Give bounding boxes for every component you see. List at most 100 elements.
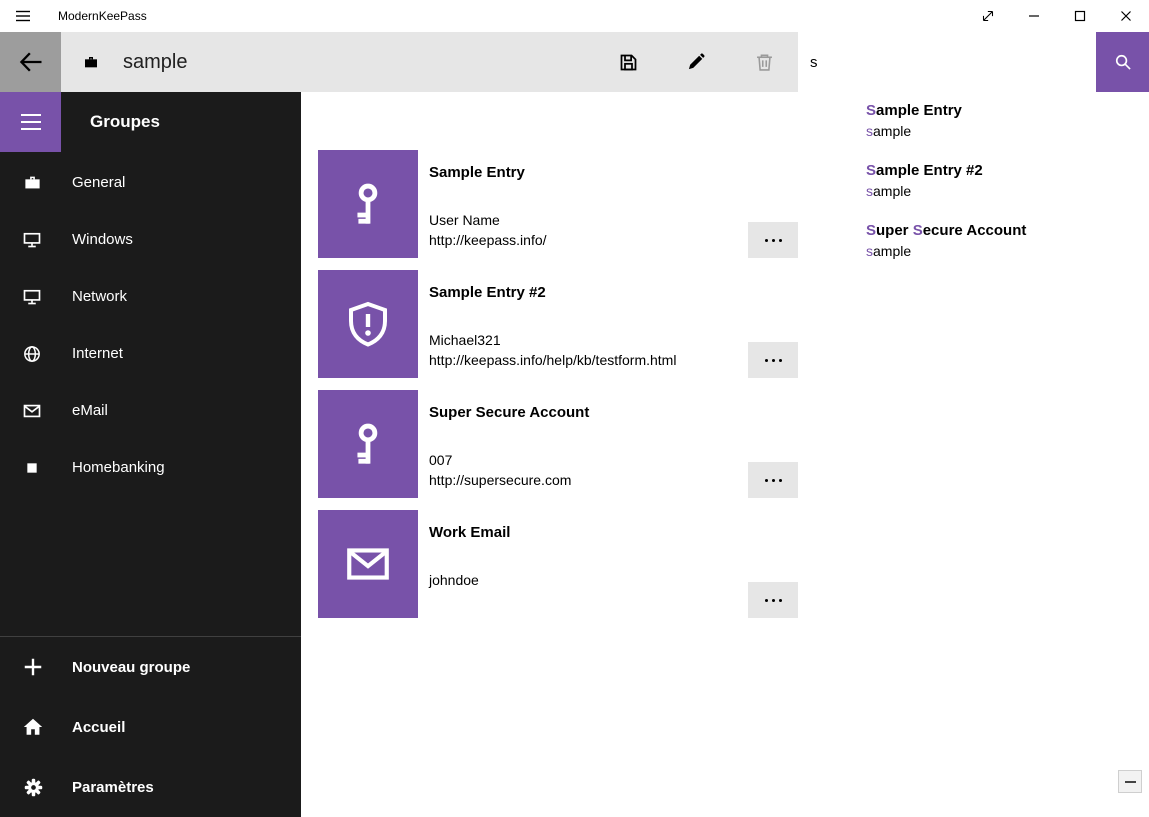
fullscreen-button[interactable]: [965, 0, 1011, 32]
sidebar-item-windows[interactable]: Windows: [0, 211, 301, 268]
search-input[interactable]: [798, 32, 1096, 92]
suggestion-title-text: ecure Account: [923, 222, 1027, 239]
minimize-icon: [1028, 10, 1040, 22]
entry-row[interactable]: Work Email johndoe: [318, 510, 798, 618]
monitor-icon: [22, 230, 42, 250]
back-button[interactable]: [0, 32, 61, 92]
app-title: ModernKeePass: [58, 9, 965, 23]
more-icon: [765, 359, 768, 362]
entry-row[interactable]: Sample Entry User Name http://keepass.in…: [318, 150, 798, 258]
edit-button[interactable]: [662, 32, 730, 92]
save-button[interactable]: [594, 32, 662, 92]
entry-url: http://keepass.info/help/kb/testform.htm…: [429, 350, 676, 370]
alert-shield-icon: [318, 270, 418, 378]
maximize-icon: [1074, 10, 1086, 22]
titlebar-hamburger-icon: [0, 0, 46, 32]
app-window: ModernKeePass: [0, 0, 1149, 817]
suggestion-title: Sample Entry: [866, 101, 1086, 121]
entry-title: Sample Entry: [429, 163, 547, 183]
more-button[interactable]: [748, 222, 798, 258]
suggestion-subtitle-text: ample: [873, 183, 911, 199]
back-arrow-icon: [17, 48, 45, 76]
suggestion-title: Super Secure Account: [866, 221, 1086, 241]
more-button[interactable]: [748, 462, 798, 498]
delete-button[interactable]: [730, 32, 798, 92]
entry-title: Super Secure Account: [429, 403, 589, 423]
command-actions: [594, 32, 798, 92]
maximize-button[interactable]: [1057, 0, 1103, 32]
close-button[interactable]: [1103, 0, 1149, 32]
suggestion-item[interactable]: Sample Entry #2 sample: [798, 152, 1096, 212]
titlebar: ModernKeePass: [0, 0, 1149, 32]
suggestion-subtitle-highlight: s: [866, 123, 873, 139]
entry-text: Sample Entry #2 Michael321 http://keepas…: [429, 270, 676, 378]
sidebar-item-internet[interactable]: Internet: [0, 325, 301, 382]
delete-icon: [754, 52, 775, 73]
group-list: General Windows Network Internet: [0, 154, 301, 496]
entry-list: Sample Entry User Name http://keepass.in…: [301, 92, 798, 618]
sidebar-item-homebanking[interactable]: Homebanking: [0, 439, 301, 496]
entry-username: johndoe: [429, 570, 510, 590]
window-controls: [965, 0, 1149, 32]
search-box: [798, 32, 1149, 92]
plus-icon: [22, 656, 44, 678]
sidebar-item-email[interactable]: eMail: [0, 382, 301, 439]
search-icon: [1113, 52, 1133, 72]
entry-username: 007: [429, 450, 589, 470]
suggestion-item[interactable]: Sample Entry sample: [798, 92, 1096, 152]
entry-text: Super Secure Account 007 http://supersec…: [429, 390, 589, 498]
suggestion-title-highlight: S: [913, 222, 923, 239]
sidebar: Groupes General Windows Network: [0, 92, 301, 817]
suggestion-title-text: ample Entry: [876, 102, 962, 119]
suggestion-subtitle-text: ample: [873, 243, 911, 259]
minimize-button[interactable]: [1011, 0, 1057, 32]
groups-heading: Groupes: [90, 112, 160, 132]
commandbar-collapse-button[interactable]: [1118, 770, 1142, 793]
sidebar-item-label: General: [72, 174, 125, 191]
sidebar-item-home[interactable]: Accueil: [0, 697, 301, 757]
close-icon: [1120, 10, 1132, 22]
sidebar-item-label: eMail: [72, 402, 108, 419]
sidebar-item-label: Network: [72, 288, 127, 305]
sidebar-item-label: Internet: [72, 345, 123, 362]
fullscreen-icon: [979, 7, 997, 25]
sidebar-item-general[interactable]: General: [0, 154, 301, 211]
sidebar-item-network[interactable]: Network: [0, 268, 301, 325]
sidebar-spacer: [0, 496, 301, 636]
entry-title: Work Email: [429, 523, 510, 543]
suggestion-title: Sample Entry #2: [866, 161, 1086, 181]
more-icon: [765, 479, 768, 482]
sidebar-item-new-group[interactable]: Nouveau groupe: [0, 637, 301, 697]
sidebar-footer: Nouveau groupe Accueil Paramètres: [0, 637, 301, 817]
gear-icon: [22, 776, 44, 798]
entry-username: Michael321: [429, 330, 676, 350]
sidebar-item-settings[interactable]: Paramètres: [0, 757, 301, 817]
search-suggestions: Sample Entry sample Sample Entry #2 samp…: [798, 92, 1096, 272]
entry-text: Sample Entry User Name http://keepass.in…: [429, 150, 547, 258]
sidebar-item-label: Windows: [72, 231, 133, 248]
save-icon: [618, 52, 639, 73]
suggestion-title-highlight: S: [866, 102, 876, 119]
search-button[interactable]: [1096, 32, 1149, 92]
key-icon: [318, 390, 418, 498]
hamburger-icon: [21, 113, 41, 131]
mail-icon: [318, 510, 418, 618]
globe-icon: [22, 344, 42, 364]
monitor-icon: [22, 287, 42, 307]
more-button[interactable]: [748, 342, 798, 378]
suggestion-title-text: ample Entry #2: [876, 162, 983, 179]
more-icon: [765, 239, 768, 242]
suggestion-item[interactable]: Super Secure Account sample: [798, 212, 1096, 272]
nav-pane-toggle-button[interactable]: [0, 92, 61, 152]
entry-url: http://keepass.info/: [429, 230, 547, 250]
sidebar-item-label: Nouveau groupe: [72, 659, 190, 676]
suggestion-subtitle: sample: [866, 121, 1086, 141]
entry-row[interactable]: Super Secure Account 007 http://supersec…: [318, 390, 798, 498]
entry-row[interactable]: Sample Entry #2 Michael321 http://keepas…: [318, 270, 798, 378]
home-icon: [22, 716, 44, 738]
suggestion-title-highlight: S: [866, 222, 876, 239]
suggestion-subtitle: sample: [866, 241, 1086, 261]
database-briefcase-icon: [83, 54, 99, 70]
more-button[interactable]: [748, 582, 798, 618]
mail-icon: [22, 401, 42, 421]
